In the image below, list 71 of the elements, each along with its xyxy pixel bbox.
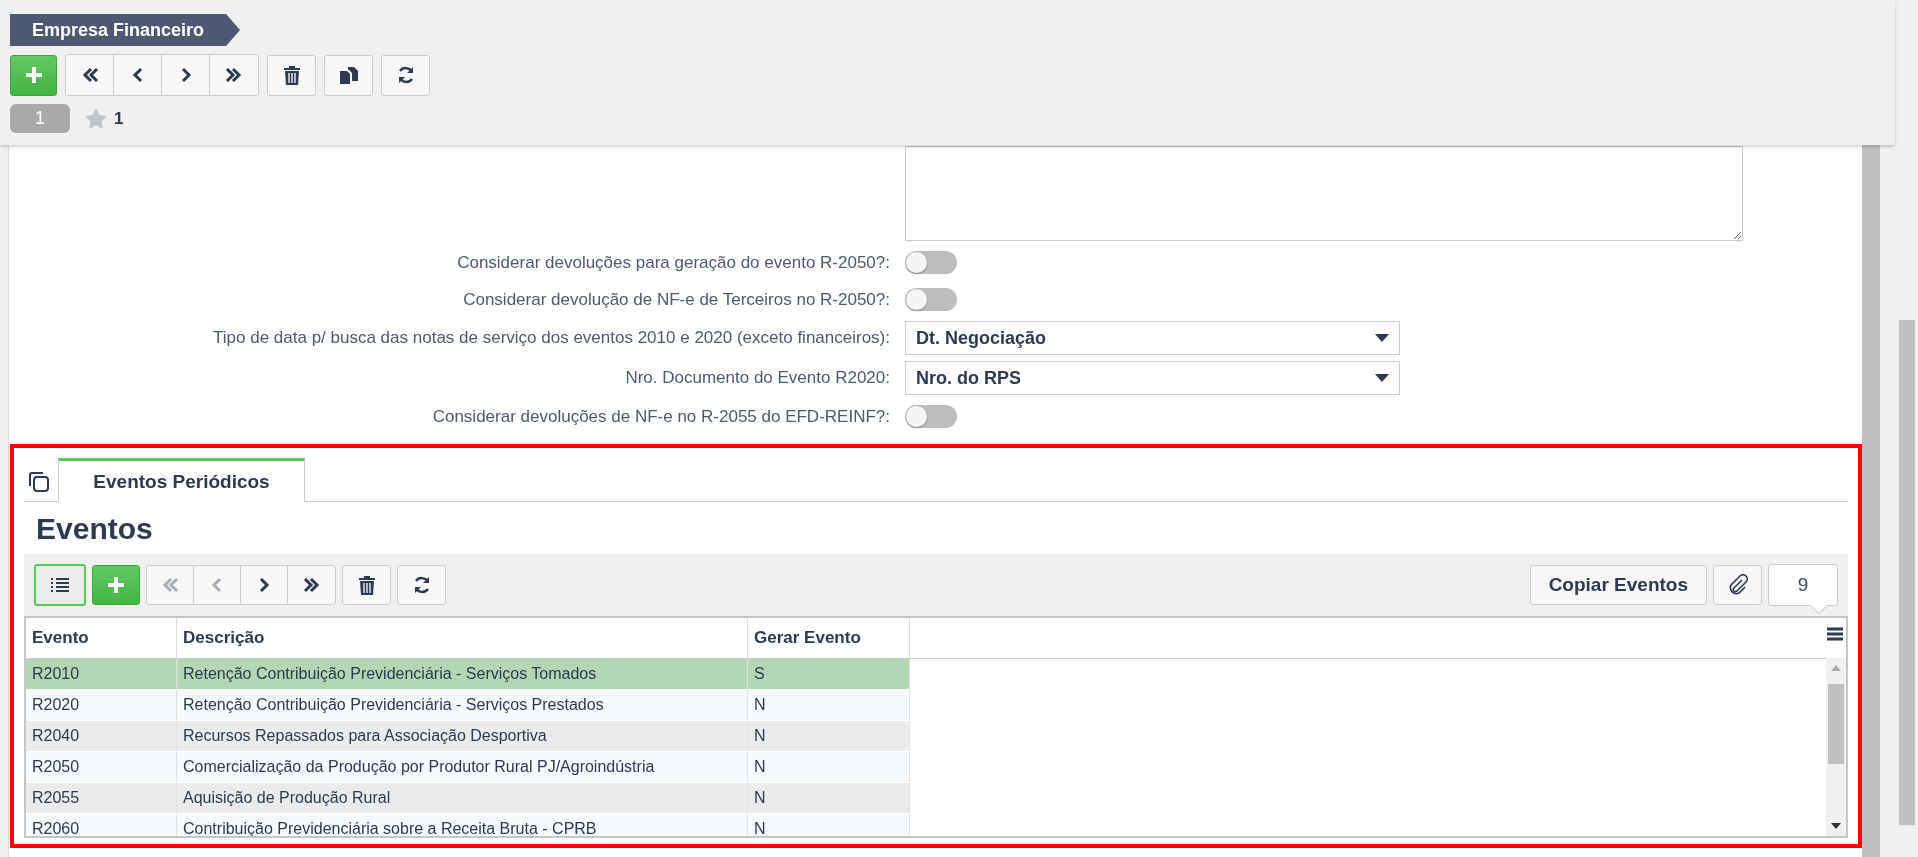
favorites-count: 1: [114, 108, 124, 129]
table-cell: N: [748, 690, 910, 720]
table-cell: N: [748, 752, 910, 782]
paperclip-icon: [1727, 574, 1748, 596]
toggle-switch[interactable]: [905, 288, 957, 311]
table-cell: R2050: [26, 752, 177, 782]
record-title-tag: Empresa Financeiro: [10, 14, 241, 46]
menu-icon[interactable]: [1826, 626, 1844, 642]
tab[interactable]: Eventos Periódicos: [58, 458, 305, 502]
table-cell: R2055: [26, 783, 177, 813]
add-button[interactable]: [10, 54, 57, 96]
scroll-down-icon[interactable]: [1830, 822, 1842, 830]
double-chevron-right-icon: [224, 65, 244, 85]
refresh-button[interactable]: [397, 565, 446, 605]
previous-button[interactable]: [114, 55, 162, 95]
list-icon: [50, 577, 70, 593]
table-cell: R2060: [26, 814, 177, 836]
trash-icon: [357, 575, 376, 595]
next-button[interactable]: [162, 55, 210, 95]
delete-button[interactable]: [267, 54, 316, 96]
delete-button[interactable]: [342, 565, 391, 605]
grid-scrollbar[interactable]: [1826, 658, 1846, 836]
last-button[interactable]: [210, 55, 258, 95]
next-button[interactable]: [241, 566, 288, 604]
plus-icon: [23, 65, 44, 85]
section-heading: Eventos: [36, 512, 154, 546]
table-cell: S: [748, 659, 910, 689]
column-header[interactable]: Descrição: [177, 618, 748, 658]
add-button[interactable]: [92, 565, 140, 605]
field-label: Considerar devolução de NF-e de Terceiros no R-2050?:: [462, 289, 890, 310]
table-cell: Aquisição de Produção Rural: [177, 783, 748, 813]
refresh-button[interactable]: [381, 54, 430, 96]
field-label: Considerar devoluções para geração do evento R-2050?:: [456, 252, 890, 273]
toggle-switch[interactable]: [905, 251, 957, 274]
attach-button[interactable]: [1713, 565, 1762, 605]
field-label: Considerar devoluções de NF-e no R-2055 do EFD-REINF?:: [431, 406, 890, 427]
table-cell: R2040: [26, 721, 177, 751]
double-chevron-left-icon: [160, 575, 180, 595]
star-icon[interactable]: [84, 107, 108, 130]
table-cell: Retenção Contribuição Previdenciária - Serviços Tomados: [177, 659, 748, 689]
table-cell: R2010: [26, 659, 177, 689]
caret-icon: [1375, 374, 1389, 382]
table-cell: Comercialização da Produção por Produtor Rural PJ/Agroindústria: [177, 752, 748, 782]
field-label: Tipo de data p/ busca das notas de serviço dos eventos 2010 e 2020 (exceto financeiros):: [212, 328, 890, 348]
caret-icon: [1375, 334, 1389, 342]
column-header[interactable]: Gerar Evento: [748, 618, 910, 658]
attachment-count: 9: [1797, 574, 1809, 596]
record-count-badge: 1: [10, 104, 70, 133]
copy-button[interactable]: [324, 54, 373, 96]
table-cell: Recursos Repassados para Associação Desportiva: [177, 721, 748, 751]
table-cell: N: [748, 783, 910, 813]
select-field[interactable]: Dt. Negociação: [905, 321, 1400, 355]
toggle-switch[interactable]: [905, 405, 957, 428]
table-cell: R2020: [26, 690, 177, 720]
table-cell: N: [748, 721, 910, 751]
table-cell: Retenção Contribuição Previdenciária - Serviços Prestados: [177, 690, 748, 720]
field-label: Nro. Documento do Evento R2020:: [624, 368, 890, 388]
last-button[interactable]: [288, 566, 335, 604]
table-cell: N: [748, 814, 910, 836]
double-chevron-right-icon: [301, 575, 322, 595]
copy-events-button[interactable]: Copiar Eventos: [1529, 565, 1707, 605]
scroll-up-icon[interactable]: [1830, 664, 1842, 672]
first-button[interactable]: [66, 55, 114, 95]
copy-icon: [338, 65, 359, 85]
scrollbar[interactable]: [1862, 145, 1880, 857]
column-header[interactable]: Evento: [26, 618, 177, 658]
list-view-button[interactable]: [34, 564, 86, 606]
plus-icon: [106, 575, 126, 595]
trash-icon: [282, 65, 301, 85]
select-field[interactable]: Nro. do RPS: [905, 361, 1400, 395]
windows-icon[interactable]: [28, 471, 50, 493]
